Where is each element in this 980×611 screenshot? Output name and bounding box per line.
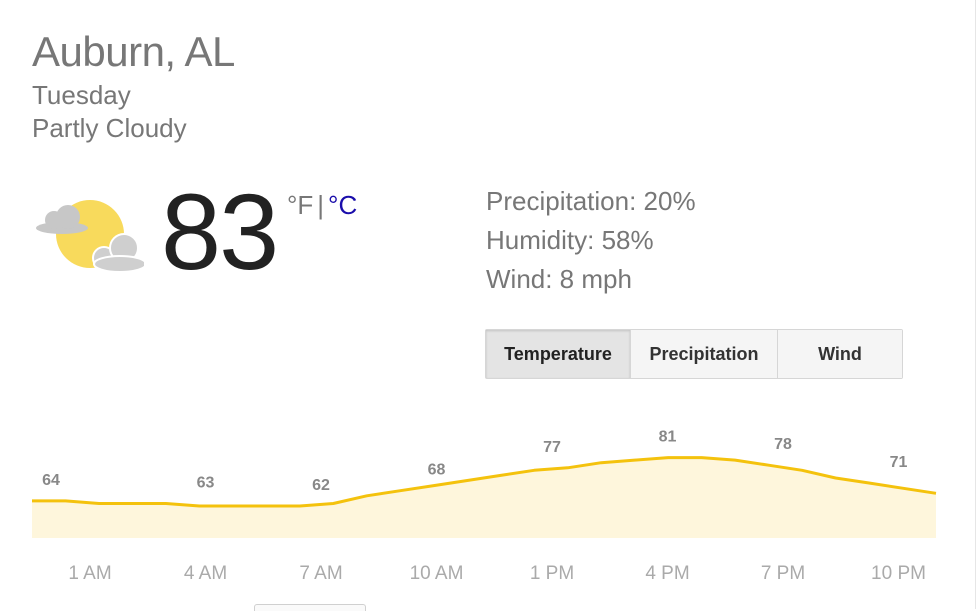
data-label: 64 [42, 472, 60, 489]
data-label: 78 [774, 436, 792, 453]
chart-tabs: Temperature Precipitation Wind [485, 329, 903, 379]
x-tick-label: 1 AM [68, 563, 111, 584]
wind-detail: Wind: 8 mph [486, 264, 632, 294]
tab-precipitation[interactable]: Precipitation [631, 330, 778, 378]
x-tick-label: 4 AM [184, 563, 227, 584]
data-label: 62 [312, 477, 330, 494]
x-tick-label: 7 PM [761, 563, 805, 584]
x-tick-label: 1 PM [530, 563, 574, 584]
x-tick-label: 10 PM [871, 563, 926, 584]
data-label: 63 [197, 474, 215, 491]
location-title: Auburn, AL [32, 28, 235, 75]
x-tick-label: 7 AM [299, 563, 342, 584]
scroll-handle[interactable] [254, 604, 366, 611]
data-label: 71 [890, 454, 908, 471]
day-label: Tuesday [32, 80, 131, 110]
precipitation-detail: Precipitation: 20% [486, 186, 696, 216]
partly-cloudy-icon [36, 200, 144, 273]
x-tick-label: 4 PM [645, 563, 689, 584]
fahrenheit-unit: °F [287, 190, 314, 220]
data-label: 81 [659, 429, 677, 446]
humidity-detail: Humidity: 58% [486, 225, 654, 255]
tab-wind[interactable]: Wind [778, 330, 902, 378]
data-label: 68 [428, 462, 446, 479]
unit-toggle: °F | °C [287, 190, 357, 221]
celsius-link[interactable]: °C [328, 190, 357, 220]
data-label: 77 [543, 439, 561, 456]
temperature-chart: 64 63 62 68 77 81 78 71 1 AM 4 AM 7 AM 10 AM 1 PM 4 P… [32, 429, 937, 584]
unit-separator: | [317, 190, 325, 220]
x-tick-label: 10 AM [410, 563, 464, 584]
tab-temperature[interactable]: Temperature [486, 330, 631, 378]
condition-label: Partly Cloudy [32, 113, 187, 143]
current-temperature: 83 [161, 171, 279, 292]
